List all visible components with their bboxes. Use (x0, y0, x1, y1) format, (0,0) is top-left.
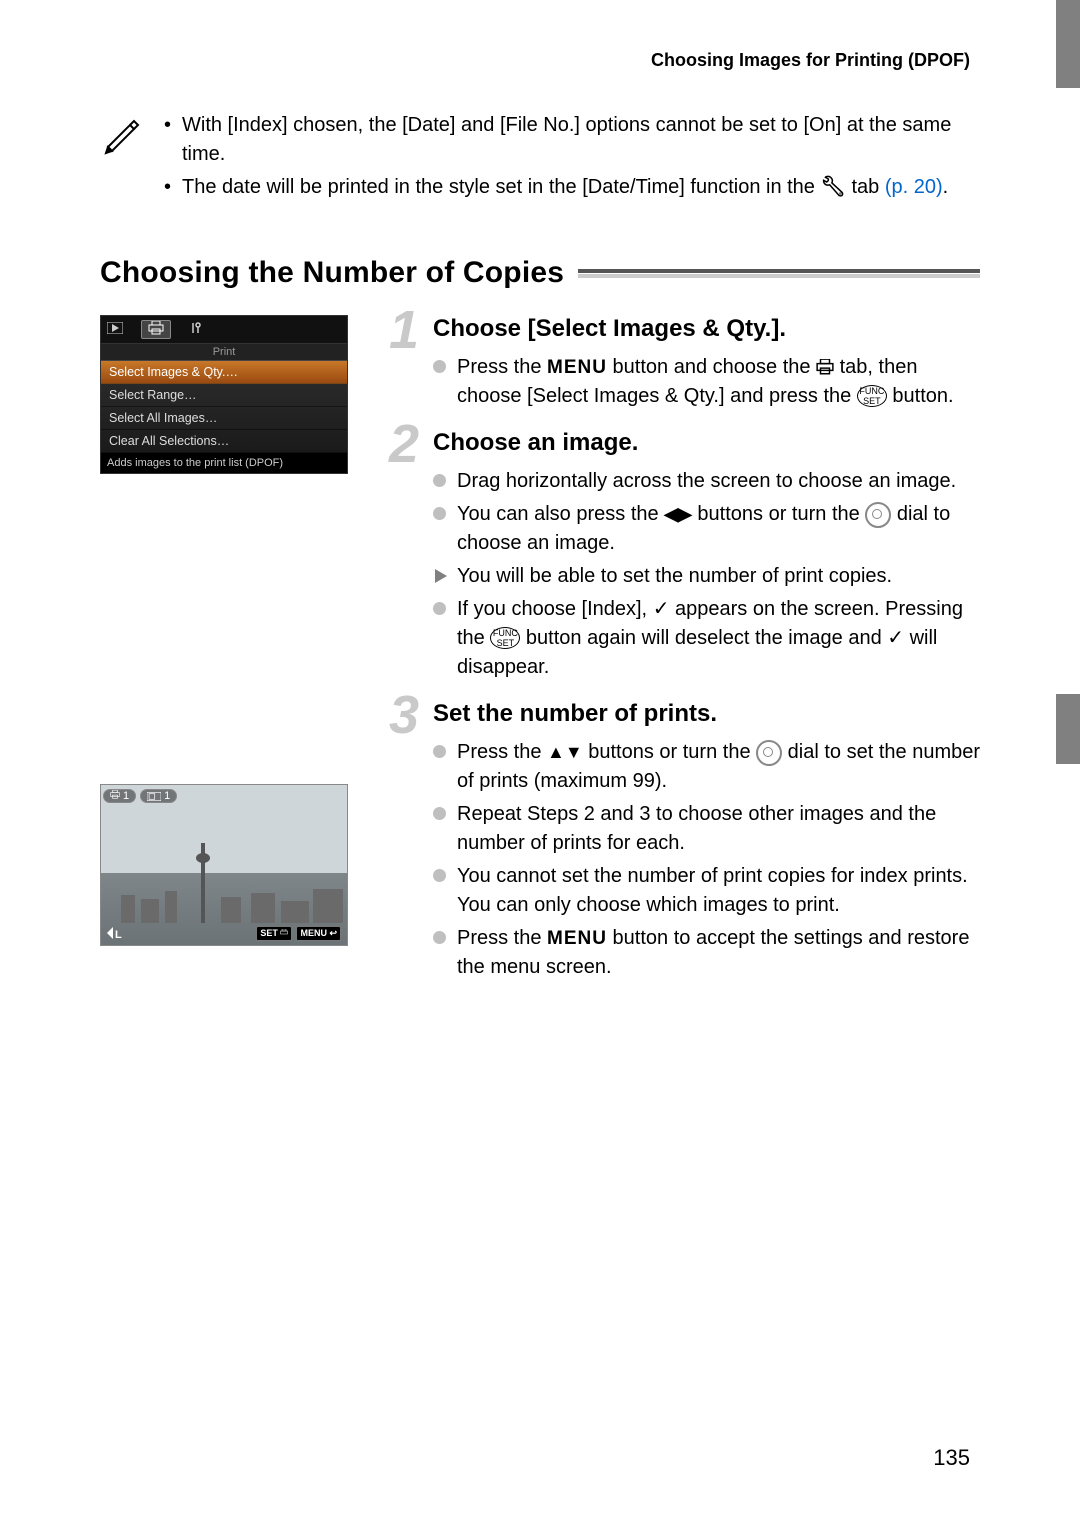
step-title: Choose an image. (433, 429, 980, 457)
skyline-building (251, 893, 275, 923)
running-head: Choosing Images for Printing (DPOF) (100, 50, 980, 71)
step-2: 2 Choose an image. Drag horizontally acr… (395, 429, 980, 682)
photo-overlay-top: 1 1 (103, 789, 177, 803)
step-number: 3 (389, 688, 419, 742)
step-title: Choose [Select Images & Qty.]. (433, 315, 980, 343)
skyline-tower (201, 843, 205, 923)
pencil-icon (100, 111, 144, 160)
step-1: 1 Choose [Select Images & Qty.]. Press t… (395, 315, 980, 411)
step-number: 2 (389, 417, 419, 471)
page-number: 135 (933, 1445, 970, 1471)
left-column: Print Select Images & Qty.… Select Range… (100, 315, 370, 946)
photo-preview: 1 1 L (100, 784, 348, 946)
skyline-building (141, 899, 159, 923)
instruction-item: You cannot set the number of print copie… (433, 862, 980, 920)
camera-menu-footer: Adds images to the print list (DPOF) (101, 453, 347, 473)
body-columns: Print Select Images & Qty.… Select Range… (100, 315, 980, 1000)
print-queued-icon: 1 (140, 789, 177, 803)
title-rule (578, 266, 980, 280)
print-tab-icon (816, 356, 834, 378)
skyline-building (165, 891, 177, 923)
step-number: 1 (389, 303, 419, 357)
func-set-button-icon: FUNCSET (490, 627, 520, 649)
section-title-row: Choosing the Number of Copies (100, 256, 980, 290)
instruction-item: If you choose [Index], ✓ appears on the … (433, 595, 980, 682)
skyline-building (281, 901, 309, 923)
side-tab (1056, 0, 1080, 88)
menu-chip: MENU ↩ (296, 926, 341, 941)
play-tab-icon (107, 322, 123, 337)
result-item: You will be able to set the number of pr… (433, 562, 980, 591)
menu-button-label: MENU (547, 357, 607, 378)
side-tab (1056, 694, 1080, 764)
wrench-icon: 🔧︎ (821, 173, 846, 202)
right-column: 1 Choose [Select Images & Qty.]. Press t… (395, 315, 980, 1000)
print-tab-icon (141, 320, 171, 339)
note-item: With [Index] chosen, the [Date] and [Fil… (164, 111, 970, 169)
note-box: With [Index] chosen, the [Date] and [Fil… (100, 111, 980, 226)
camera-menu-item: Select All Images… (101, 407, 347, 430)
tools-tab-icon (189, 321, 205, 338)
set-chip: SET (256, 926, 292, 941)
photo-size-indicator: L (107, 927, 122, 941)
skyline-building (121, 895, 135, 923)
skyline-building (221, 897, 241, 923)
instruction-item: You can also press the ◀▶ buttons or tur… (433, 500, 980, 558)
func-set-button-icon: FUNCSET (857, 385, 887, 407)
print-tab-mini-icon (110, 790, 120, 802)
section-title: Choosing the Number of Copies (100, 256, 564, 290)
checkmark-icon: ✓ (887, 627, 904, 649)
skyline-building (313, 889, 343, 923)
menu-button-label: MENU (547, 928, 607, 949)
camera-menu-screenshot: Print Select Images & Qty.… Select Range… (100, 315, 348, 474)
control-dial-icon (865, 502, 891, 528)
camera-menu-item: Select Range… (101, 384, 347, 407)
note-item: The date will be printed in the style se… (164, 173, 970, 202)
step-title: Set the number of prints. (433, 700, 980, 728)
camera-menu-header: Print (101, 344, 347, 361)
instruction-item: Drag horizontally across the screen to c… (433, 467, 980, 496)
camera-menu-items: Select Images & Qty.… Select Range… Sele… (101, 361, 347, 453)
instruction-item: Repeat Steps 2 and 3 to choose other ima… (433, 800, 980, 858)
instruction-item: Press the MENU button and choose the tab… (433, 353, 980, 411)
step-3: 3 Set the number of prints. Press the ▲▼… (395, 700, 980, 982)
page-reference[interactable]: (p. 20) (885, 176, 943, 198)
control-dial-icon (756, 740, 782, 766)
instruction-item: Press the ▲▼ buttons or turn the dial to… (433, 738, 980, 796)
print-count-badge: 1 (103, 789, 136, 803)
camera-menu-item: Select Images & Qty.… (101, 361, 347, 384)
left-right-arrows-icon: ◀▶ (664, 504, 692, 524)
checkmark-icon: ✓ (653, 598, 670, 620)
note-list: With [Index] chosen, the [Date] and [Fil… (164, 111, 970, 206)
up-down-arrows-icon: ▲▼ (547, 742, 583, 762)
instruction-item: Press the MENU button to accept the sett… (433, 924, 980, 982)
manual-page: Choosing Images for Printing (DPOF) With… (0, 0, 1080, 1521)
photo-preview-block: 1 1 L (100, 784, 370, 946)
camera-menu-tabs (101, 316, 347, 344)
photo-overlay-bottom-right: SET MENU ↩ (256, 926, 341, 941)
camera-menu-item: Clear All Selections… (101, 430, 347, 453)
